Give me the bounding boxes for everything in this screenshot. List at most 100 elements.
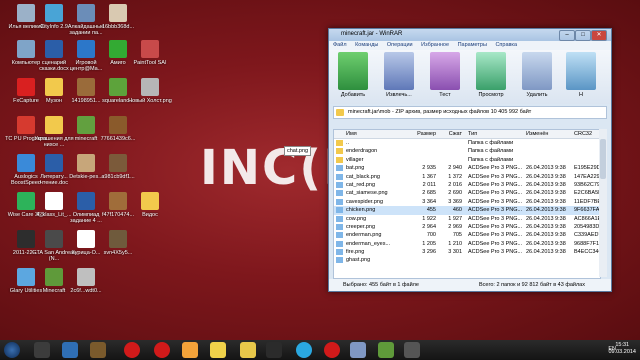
col-packed[interactable]: Сжат [440, 130, 462, 138]
taskbar-app-3[interactable] [90, 342, 106, 358]
folder-up-icon[interactable] [336, 109, 344, 116]
table-row[interactable]: cat_red.png 2 011 2 016 ACDSee Pro 3 PNG...… [334, 181, 600, 189]
extract-button[interactable]: Извлечь... [377, 52, 421, 98]
table-row[interactable]: fire.png 3 296 3 301 ACDSee Pro 3 PNG... 26.… [334, 248, 600, 256]
extract-label: Извлечь... [386, 92, 412, 98]
file-list[interactable]: Имя Размер Сжат Тип Изменён CRC32 .. Папк… [333, 129, 601, 279]
menu-favorites[interactable]: Избранное [421, 42, 449, 48]
desktop-icon[interactable]: 2c6f...wdt0... [64, 268, 108, 294]
taskbar-app-6[interactable] [266, 342, 282, 358]
skype-icon[interactable] [296, 342, 312, 358]
taskbar-app-4[interactable] [210, 342, 226, 358]
table-cell: 1 210 [448, 240, 462, 247]
desktop-icon-image [141, 78, 159, 96]
view-button[interactable]: Просмотр [469, 52, 513, 98]
taskbar-app-1[interactable] [34, 342, 50, 358]
file-icon [336, 249, 343, 256]
table-cell: cat_red.png [346, 181, 376, 188]
amigo-icon[interactable] [182, 342, 198, 358]
col-size[interactable]: Размер [412, 130, 436, 138]
list-body: .. Папка с файлами enderdragon Папка с файл… [334, 139, 600, 265]
desktop-icon-image [109, 4, 127, 22]
minimize-button[interactable]: – [559, 30, 575, 41]
table-cell: cavespider.png [346, 198, 383, 205]
desktop-icon-label: Новый Холст.png [128, 98, 172, 104]
menu-file[interactable]: Файл [333, 42, 347, 48]
minecraft-taskbar-icon[interactable] [378, 342, 394, 358]
desktop-icon-label: 2c6f...wdt0... [70, 288, 102, 294]
menu-options[interactable]: Параметры [458, 42, 487, 48]
taskbar-app-7[interactable] [404, 342, 420, 358]
table-cell: creeper.png [346, 223, 376, 230]
status-selected: Выбрано: 455 байт в 1 файле [343, 282, 419, 288]
add-button[interactable]: Добавить [331, 52, 375, 98]
find-button[interactable]: Н [561, 52, 601, 98]
table-row[interactable]: villager Папка с файлами [334, 156, 600, 164]
desktop-icon[interactable]: a981cb9df1... [96, 154, 140, 180]
taskbar-app-2[interactable] [62, 342, 78, 358]
path-bar[interactable]: minecraft.jar\mob - ZIP архив, размер ис… [333, 106, 607, 119]
delete-button[interactable]: Удалить [515, 52, 559, 98]
table-row[interactable]: chicken.png 455 460 ACDSee Pro 3 PNG... 26.0… [334, 206, 600, 215]
file-icon [336, 207, 343, 214]
desktop-icon[interactable]: 16bbb368d... [96, 4, 140, 30]
toolbar: Добавить Извлечь... Тест Просмотр Удалит… [329, 50, 611, 104]
start-button[interactable] [4, 342, 20, 358]
desktop-icon-image [109, 154, 127, 172]
table-row[interactable]: enderman_eyes... 1 205 1 210 ACDSee Pro 3 P… [334, 240, 600, 248]
table-row[interactable]: ghast.png [334, 256, 600, 264]
close-button[interactable]: ✕ [591, 30, 607, 41]
table-cell: 26.04.2013 9:38 [526, 232, 566, 239]
table-row[interactable]: enderman.png 700 705 ACDSee Pro 3 PNG... 26.… [334, 231, 600, 239]
table-row[interactable]: cat_black.png 1 367 1 372 ACDSee Pro 3 PNG.… [334, 173, 600, 181]
table-cell: ACDSee Pro 3 PNG... [468, 240, 522, 247]
desktop-icon[interactable]: 77661439c6... [96, 116, 140, 142]
table-cell: bat.png [346, 165, 365, 172]
opera-icon-3[interactable] [324, 342, 340, 358]
table-row[interactable]: cow.png 1 922 1 927 ACDSee Pro 3 PNG... 26.0… [334, 215, 600, 223]
desktop-icon-image [45, 40, 63, 58]
table-cell: ACDSee Pro 3 PNG... [468, 181, 522, 188]
desktop-icon[interactable]: Видос [128, 192, 172, 218]
table-row[interactable]: bat.png 2 935 2 940 ACDSee Pro 3 PNG... 26.0… [334, 164, 600, 172]
table-cell: 2 016 [448, 181, 462, 188]
desktop-icon[interactable]: Новый Холст.png [128, 78, 172, 104]
table-cell: 26.04.2013 9:38 [526, 215, 566, 222]
vertical-scrollbar[interactable] [599, 129, 607, 277]
desktop-icon[interactable]: PaintTool SAI [128, 40, 172, 66]
table-row[interactable]: .. Папка с файлами [334, 139, 600, 147]
table-cell: ACDSee Pro 3 PNG... [468, 215, 522, 222]
col-type[interactable]: Тип [468, 130, 522, 138]
taskbar: EN 15:31 09.03.2014 [0, 340, 640, 360]
taskbar-app-5[interactable] [240, 342, 256, 358]
table-row[interactable]: creeper.png 2 964 2 969 ACDSee Pro 3 PNG...… [334, 223, 600, 231]
menu-help[interactable]: Справка [495, 42, 517, 48]
clock[interactable]: 15:31 09.03.2014 [608, 342, 636, 356]
winrar-taskbar-icon[interactable] [350, 342, 366, 358]
file-icon [336, 223, 343, 230]
col-modified[interactable]: Изменён [526, 130, 570, 138]
table-cell: ACDSee Pro 3 PNG... [468, 198, 522, 205]
find-icon [566, 52, 596, 90]
table-cell: 700 [426, 232, 436, 239]
table-cell: .. [346, 140, 350, 146]
col-crc[interactable]: CRC32 [574, 130, 600, 138]
opera-icon-2[interactable] [154, 342, 170, 358]
desktop-icon[interactable]: svn4X5y5... [96, 230, 140, 256]
table-row[interactable]: enderdragon Папка с файлами [334, 147, 600, 155]
table-cell: 2 935 [422, 165, 436, 172]
test-button[interactable]: Тест [423, 52, 467, 98]
col-name[interactable]: Имя [346, 130, 406, 138]
table-cell: ACDSee Pro 3 PNG... [468, 165, 522, 172]
menu-commands[interactable]: Команды [355, 42, 378, 48]
table-row[interactable]: cat_siamese.png 2 685 2 690 ACDSee Pro 3 PN… [334, 189, 600, 197]
maximize-button[interactable]: □ [575, 30, 591, 41]
desktop-icon-label: 77661439c6... [100, 136, 136, 142]
menu-operations[interactable]: Операции [387, 42, 413, 48]
table-cell: ACDSee Pro 3 PNG... [468, 223, 522, 230]
opera-icon[interactable] [124, 342, 140, 358]
scroll-thumb[interactable] [600, 139, 606, 179]
title-bar[interactable]: minecraft.jar - WinRAR – □ ✕ [329, 29, 611, 41]
table-cell: 11EDF7BE [574, 198, 601, 205]
table-row[interactable]: cavespider.png 3 364 3 369 ACDSee Pro 3 PNG… [334, 198, 600, 206]
